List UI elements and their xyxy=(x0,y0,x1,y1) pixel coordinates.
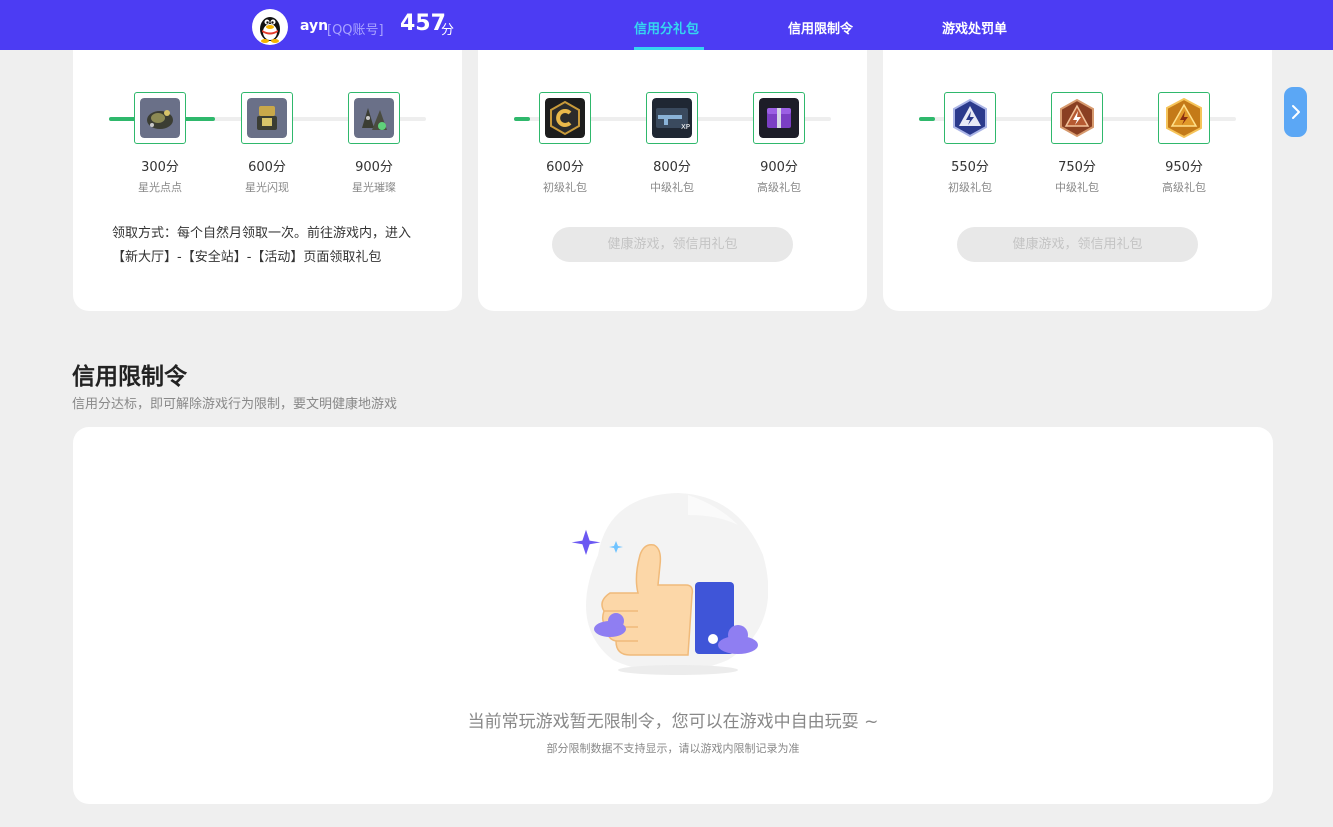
reward-points-2: 800分 xyxy=(653,160,691,175)
reward-name-2: 中级礼包 xyxy=(650,181,694,194)
empty-state-note: 部分限制数据不支持显示，请以游戏内限制记录为准 xyxy=(546,742,800,755)
empty-state-message: 当前常玩游戏暂无限制令，您可以在游戏中自由玩耍 ~ xyxy=(467,712,879,732)
claim-gift-button[interactable]: 健康游戏，领信用礼包 xyxy=(957,227,1198,262)
starlight-grenade-icon xyxy=(140,98,180,138)
reward-name-1: 星光点点 xyxy=(138,181,182,194)
gift-card-starlight: 300分 600分 900分 星光点点 星光闪现 星光璀璨 领取方式：每个自然月… xyxy=(73,50,462,311)
reward-item-3[interactable] xyxy=(1158,92,1210,144)
reward-item-2[interactable] xyxy=(241,92,293,144)
bronze-rank-badge-icon xyxy=(1060,98,1094,138)
reward-name-3: 高级礼包 xyxy=(1162,181,1206,194)
reward-item-1[interactable] xyxy=(944,92,996,144)
reward-points-1: 600分 xyxy=(546,160,584,175)
claim-gift-button[interactable]: 健康游戏，领信用礼包 xyxy=(552,227,793,262)
reward-name-1: 初级礼包 xyxy=(543,181,587,194)
top-nav-bar: ayn [QQ账号] 457 分 信用分礼包 信用限制令 游戏处罚单 xyxy=(0,0,1333,50)
thumbs-up-icon xyxy=(571,493,768,675)
gift-card-game-3: 550分 750分 950分 初级礼包 中级礼包 高级礼包 健康游戏，领信用礼包 xyxy=(883,50,1272,311)
username: ayn xyxy=(300,18,329,34)
coin-badge-icon xyxy=(545,98,585,138)
reward-points-1: 550分 xyxy=(951,160,989,175)
reward-name-2: 星光闪现 xyxy=(245,181,289,194)
reward-item-2[interactable] xyxy=(1051,92,1103,144)
section-subtitle-restriction: 信用分达标，即可解除游戏行为限制，要文明健康地游戏 xyxy=(72,397,398,412)
gift-card-game-2: XP 600分 800分 900分 初级礼包 中级礼包 高级礼包 健康游戏，领信… xyxy=(478,50,867,311)
reward-points-2: 750分 xyxy=(1058,160,1096,175)
reward-item-1[interactable] xyxy=(539,92,591,144)
claim-method-text: 领取方式：每个自然月领取一次。前往游戏内，进入【新大厅】-【安全站】-【活动】页… xyxy=(112,226,412,265)
reward-item-3[interactable] xyxy=(753,92,805,144)
blue-rank-badge-icon xyxy=(953,98,987,138)
reward-name-3: 高级礼包 xyxy=(757,181,801,194)
account-type-label: [QQ账号] xyxy=(327,23,384,38)
starlight-flash-icon xyxy=(247,98,287,138)
chevron-right-icon xyxy=(1292,105,1300,119)
reward-points-1: 300分 xyxy=(141,160,179,175)
reward-points-3: 900分 xyxy=(355,160,393,175)
tab-credit-gift[interactable]: 信用分礼包 xyxy=(634,18,699,37)
gold-rank-badge-icon xyxy=(1166,98,1202,138)
reward-name-3: 星光璀璨 xyxy=(352,181,396,194)
progress-fill xyxy=(919,117,935,121)
reward-points-2: 600分 xyxy=(248,160,286,175)
starlight-bright-icon xyxy=(354,98,394,138)
tab-credit-restriction[interactable]: 信用限制令 xyxy=(788,18,853,37)
restriction-empty-panel: 当前常玩游戏暂无限制令，您可以在游戏中自由玩耍 ~ 部分限制数据不支持显示，请以… xyxy=(73,427,1273,804)
reward-name-2: 中级礼包 xyxy=(1055,181,1099,194)
tab-game-penalty[interactable]: 游戏处罚单 xyxy=(942,18,1007,37)
reward-points-3: 950分 xyxy=(1165,160,1203,175)
reward-item-2[interactable]: XP xyxy=(646,92,698,144)
reward-item-1[interactable] xyxy=(134,92,186,144)
section-title-restriction: 信用限制令 xyxy=(72,364,187,390)
reward-item-3[interactable] xyxy=(348,92,400,144)
reward-points-3: 900分 xyxy=(760,160,798,175)
credit-score-value: 457 xyxy=(400,11,446,36)
progress-fill xyxy=(514,117,530,121)
carousel-next-button[interactable] xyxy=(1284,87,1307,137)
xp-rifle-icon: XP xyxy=(652,98,692,138)
credit-score-unit: 分 xyxy=(441,23,455,38)
qq-penguin-avatar-icon[interactable] xyxy=(252,9,288,45)
gift-chest-icon xyxy=(759,98,799,138)
svg-text:XP: XP xyxy=(681,123,690,131)
reward-name-1: 初级礼包 xyxy=(948,181,992,194)
